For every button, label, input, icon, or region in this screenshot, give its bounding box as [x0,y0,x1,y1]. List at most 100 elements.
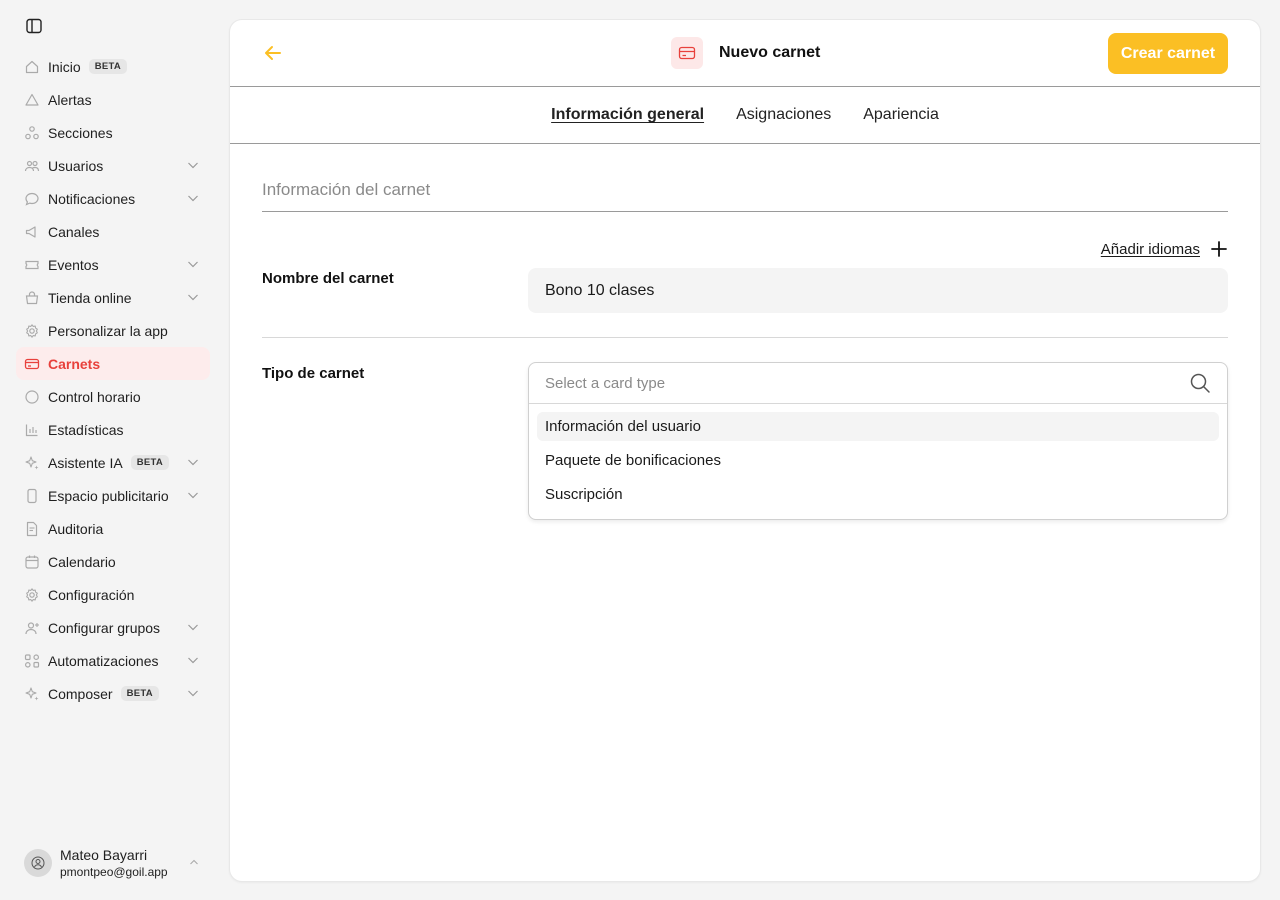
sidebar-item-label: Automatizaciones [48,652,159,669]
card-type-option[interactable]: Información del usuario [537,412,1219,441]
sidebar-toggle-icon[interactable] [24,16,44,36]
tab-asignaciones[interactable]: Asignaciones [736,106,831,124]
sidebar-item-label: Alertas [48,91,92,108]
sidebar-item-label: Eventos [48,256,99,273]
sidebar-item-canales[interactable]: Canales [16,215,210,248]
sidebar-item-label: Calendario [48,553,116,570]
avatar [24,849,52,877]
sidebar-item-notificaciones[interactable]: Notificaciones [16,182,210,215]
card-icon [24,356,40,372]
beta-badge: BETA [120,685,159,702]
divider [262,211,1228,212]
chevron-down-icon[interactable] [186,455,200,469]
chevron-down-icon[interactable] [186,158,200,172]
chevron-down-icon[interactable] [186,290,200,304]
sidebar-item-label: Auditoria [48,520,104,537]
sidebar-item-usuarios[interactable]: Usuarios [16,149,210,182]
sidebar-item-tienda-online[interactable]: Tienda online [16,281,210,314]
sidebar-item-alertas[interactable]: Alertas [16,83,210,116]
home-icon [24,59,40,75]
clock-icon [24,389,40,405]
add-languages-label: Añadir idiomas [1100,240,1200,258]
sidebar-item-label: Secciones [48,124,113,141]
sidebar-item-label: Asistente IA [48,454,123,471]
card-name-input[interactable]: Bono 10 clases [528,268,1228,313]
user-icon [31,856,45,870]
calendar-icon [24,554,40,570]
page-title-group: Nuevo carnet [671,37,820,69]
user-name: Mateo Bayarri [60,846,148,863]
card-type-select: Información del usuario Paquete de bonif… [528,362,1228,520]
sidebar-item-label: Control horario [48,388,141,405]
chevron-down-icon[interactable] [186,653,200,667]
sparkle-icon [24,686,40,702]
chevron-down-icon[interactable] [186,191,200,205]
sidebar-item-estadisticas[interactable]: Estadísticas [16,413,210,446]
search-icon[interactable] [1189,372,1211,394]
chevron-down-icon[interactable] [186,686,200,700]
sidebar-item-configurar-grupos[interactable]: Configurar grupos [16,611,210,644]
sidebar-item-label: Carnets [48,355,101,372]
gear-icon [24,323,40,339]
back-arrow-icon[interactable] [262,42,284,64]
sidebar-item-label: Configurar grupos [48,619,161,636]
document-icon [24,521,40,537]
tab-informacion-general[interactable]: Información general [551,106,704,124]
sidebar-item-calendario[interactable]: Calendario [16,545,210,578]
sidebar: Inicio BETA Alertas Secciones Usuarios N… [0,0,222,900]
sidebar-item-label: Espacio publicitario [48,487,169,504]
user-group-icon [24,620,40,636]
sidebar-item-carnets[interactable]: Carnets [16,347,210,380]
sidebar-item-label: Tienda online [48,289,132,306]
plus-icon [1211,241,1227,257]
sidebar-item-automatizaciones[interactable]: Automatizaciones [16,644,210,677]
section-title: Información del carnet [262,180,431,199]
sidebar-nav: Inicio BETA Alertas Secciones Usuarios N… [16,50,210,710]
tabs: Información general Asignaciones Aparien… [230,87,1260,144]
chevron-down-icon[interactable] [186,257,200,271]
sidebar-item-auditoria[interactable]: Auditoria [16,512,210,545]
flow-icon [24,653,40,669]
sidebar-item-configuracion[interactable]: Configuración [16,578,210,611]
sidebar-item-personalizar-app[interactable]: Personalizar la app [16,314,210,347]
tab-apariencia[interactable]: Apariencia [863,106,939,124]
sidebar-item-label: Inicio [48,58,81,75]
card-icon [671,37,703,69]
gear-icon [24,587,40,603]
sidebar-item-secciones[interactable]: Secciones [16,116,210,149]
sidebar-item-composer[interactable]: Composer BETA [16,677,210,710]
add-languages-button[interactable]: Añadir idiomas [1101,240,1228,258]
phone-icon [24,488,40,504]
main-panel: Nuevo carnet Crear carnet Información ge… [230,20,1260,881]
sidebar-item-control-horario[interactable]: Control horario [16,380,210,413]
user-menu[interactable]: Mateo Bayarri pmontpeo@goil.app [24,845,204,881]
user-email: pmontpeo@goil.app [60,864,168,879]
divider [262,337,1228,338]
sidebar-item-espacio-publicitario[interactable]: Espacio publicitario [16,479,210,512]
page-title: Nuevo carnet [719,44,821,61]
users-icon [24,158,40,174]
sections-icon [24,125,40,141]
sidebar-item-inicio[interactable]: Inicio BETA [16,50,210,83]
chevron-up-icon[interactable] [188,856,200,868]
chevron-down-icon[interactable] [186,620,200,634]
chat-icon [24,191,40,207]
card-type-options: Información del usuario Paquete de bonif… [529,404,1227,522]
sparkle-icon [24,455,40,471]
sidebar-item-eventos[interactable]: Eventos [16,248,210,281]
beta-badge: BETA [88,58,128,75]
create-card-button[interactable]: Crear carnet [1108,33,1228,74]
beta-badge: BETA [130,454,170,471]
card-type-option[interactable]: Suscripción [537,480,1219,509]
page-header: Nuevo carnet Crear carnet [230,20,1260,87]
sidebar-item-label: Composer [48,685,113,702]
chevron-down-icon[interactable] [186,488,200,502]
chart-icon [24,422,40,438]
sidebar-item-label: Canales [48,223,100,240]
card-type-option[interactable]: Paquete de bonificaciones [537,446,1219,475]
card-type-label: Tipo de carnet [262,365,365,382]
card-type-search-input[interactable] [545,374,1145,392]
card-name-label: Nombre del carnet [262,270,394,287]
alert-icon [24,92,40,108]
sidebar-item-asistente-ia[interactable]: Asistente IA BETA [16,446,210,479]
